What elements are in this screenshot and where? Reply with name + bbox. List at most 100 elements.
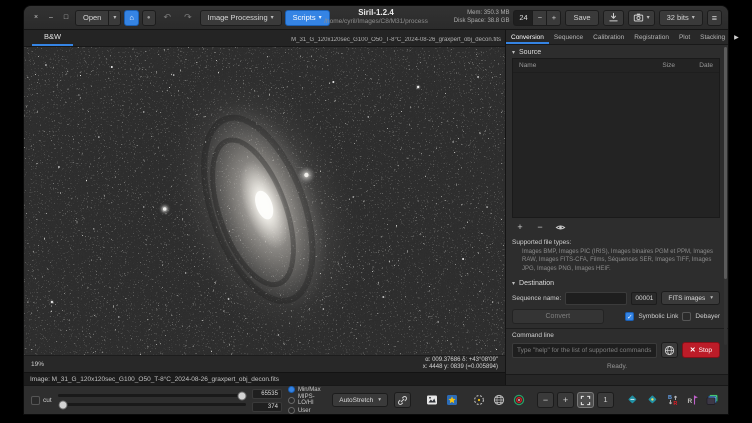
tabs-scroll-right-button[interactable]: ▶ (730, 30, 743, 44)
command-line-row: ✕ Stop (506, 340, 728, 360)
rgb-swap-button[interactable]: BR (664, 392, 681, 408)
snapshot-button[interactable]: ▾ (628, 10, 655, 26)
celestial-coordinates: α: 009.37686 δ: +43°08'09" x: 4448 y: 08… (423, 357, 498, 372)
open-recent-dropdown[interactable]: ▾ (108, 10, 121, 26)
convert-row: Convert ✓ Symbolic Link Debayer (506, 307, 728, 326)
radio-icon (288, 386, 295, 393)
column-name[interactable]: Name (519, 62, 641, 69)
threads-decrement-button[interactable]: − (533, 10, 547, 26)
tab-calibration[interactable]: Calibration (588, 30, 629, 44)
lo-value-entry[interactable]: 374 (252, 402, 282, 412)
threads-increment-button[interactable]: + (547, 10, 561, 26)
tab-sequence[interactable]: Sequence (549, 30, 588, 44)
scrollbar-thumb[interactable] (724, 47, 727, 279)
cut-checkbox[interactable] (31, 396, 40, 405)
stop-button[interactable]: ✕ Stop (682, 342, 720, 358)
threads-value[interactable]: 24 (513, 10, 533, 26)
pixel-math-button[interactable] (624, 392, 641, 408)
globe-grid-icon (493, 394, 505, 406)
one-to-one-icon: 1 (603, 396, 607, 404)
remove-files-button[interactable]: − (532, 221, 548, 234)
star-badge-icon (446, 394, 458, 406)
source-section-header[interactable]: ▾ Source (506, 45, 728, 58)
record-circle-icon: ● (147, 15, 151, 21)
debayer-checkbox[interactable] (682, 312, 691, 321)
tab-plot[interactable]: Plot (674, 30, 695, 44)
photometry-button[interactable] (443, 392, 460, 408)
cut-toggle[interactable]: cut (31, 396, 52, 405)
open-label: Open (83, 13, 101, 22)
image-viewer: B&W M_31_G_120x120sec_G100_O50_T-8°C_202… (24, 30, 506, 385)
symbolic-link-checkbox[interactable]: ✓ (625, 312, 634, 321)
image-filename-overlay: M_31_G_120x120sec_G100_O50_T-8°C_2024-08… (291, 37, 505, 46)
globe-icon (664, 345, 675, 356)
save-as-button[interactable] (603, 10, 624, 26)
lo-slider-handle[interactable] (59, 400, 68, 409)
mode-user[interactable]: User (288, 407, 326, 414)
tab-bw-channel[interactable]: B&W (32, 30, 73, 46)
column-size[interactable]: Size (641, 62, 675, 69)
check-icon: ✓ (627, 313, 632, 321)
eye-icon (555, 222, 566, 233)
background-samples-button[interactable] (470, 392, 487, 408)
chevron-down-icon: ▾ (271, 14, 274, 21)
image-processing-menu[interactable]: Image Processing ▾ (200, 10, 282, 26)
redo-button[interactable]: ↷ (179, 10, 197, 26)
mode-minmax[interactable]: Min/Max (288, 386, 326, 393)
psf-target-button[interactable] (510, 392, 527, 408)
zoom-one-to-one-button[interactable]: 1 (597, 392, 614, 408)
zoom-in-button[interactable]: + (557, 392, 574, 408)
display-mode-radios: Min/Max MIPS-LO/HI User (288, 386, 326, 414)
zoom-out-button[interactable]: − (537, 392, 554, 408)
image-list-button[interactable] (704, 392, 721, 408)
network-log-button[interactable] (661, 342, 678, 358)
destination-section-header[interactable]: ▾ Destination (506, 276, 728, 289)
lo-slider[interactable] (58, 403, 246, 406)
tab-stacking[interactable]: Stacking (695, 30, 730, 44)
bit-depth-selector[interactable]: 32 bits ▾ (659, 10, 703, 26)
stretch-mode-selector[interactable]: AutoStretch ▾ (332, 393, 388, 407)
hi-value-entry[interactable]: 65535 (252, 389, 282, 399)
panel-scrollbar[interactable] (724, 47, 727, 345)
chevron-down-icon: ▾ (113, 14, 116, 21)
close-button[interactable]: × (30, 12, 42, 24)
minimize-button[interactable]: – (45, 12, 57, 24)
file-list-body[interactable] (513, 73, 719, 217)
save-button[interactable]: Save (565, 10, 598, 26)
tab-registration[interactable]: Registration (629, 30, 674, 44)
command-input[interactable] (512, 343, 657, 358)
file-list-header: Name Size Date (513, 59, 719, 73)
add-files-button[interactable]: + (512, 221, 528, 234)
scripts-menu[interactable]: Scripts ▾ (285, 10, 330, 26)
link-channels-button[interactable] (394, 392, 411, 408)
source-file-list[interactable]: Name Size Date (512, 58, 720, 218)
sequence-name-input[interactable] (565, 292, 627, 305)
mode-mips-lohi[interactable]: MIPS-LO/HI (288, 394, 326, 406)
target-icon (513, 394, 525, 406)
hamburger-menu-button[interactable]: ≡ (707, 10, 722, 26)
registration-marker-button[interactable]: R (684, 392, 701, 408)
working-dir-button[interactable]: ● (142, 10, 156, 26)
image-canvas[interactable] (24, 47, 505, 355)
command-line-header: Command line (506, 328, 728, 340)
false-color-button[interactable] (644, 392, 661, 408)
column-date[interactable]: Date (675, 62, 713, 69)
sequence-name-label: Sequence name: (512, 295, 561, 302)
output-format-selector[interactable]: FITS images ▾ (661, 291, 720, 305)
open-button[interactable]: Open (75, 10, 108, 26)
siril-window: × – □ Open ▾ ⌂ ● ↶ ↷ Image Processing ▾ … (24, 6, 728, 414)
astrometry-annotations-button[interactable] (490, 392, 507, 408)
undo-button[interactable]: ↶ (159, 10, 177, 26)
negative-view-button[interactable] (423, 392, 440, 408)
hi-slider-handle[interactable] (238, 391, 247, 400)
maximize-button[interactable]: □ (60, 12, 72, 24)
hi-slider[interactable] (58, 394, 246, 397)
convert-button[interactable]: Convert (512, 309, 604, 324)
file-list-toolbar: + − (506, 218, 728, 236)
check-files-button[interactable] (552, 221, 568, 234)
home-button[interactable]: ⌂ (124, 10, 139, 26)
sequence-start-index[interactable]: 00001 (631, 292, 657, 305)
zoom-fit-button[interactable] (577, 392, 594, 408)
tab-conversion[interactable]: Conversion (506, 30, 549, 44)
coordinates-radec: α: 009.37686 δ: +43°08'09" (423, 357, 498, 365)
